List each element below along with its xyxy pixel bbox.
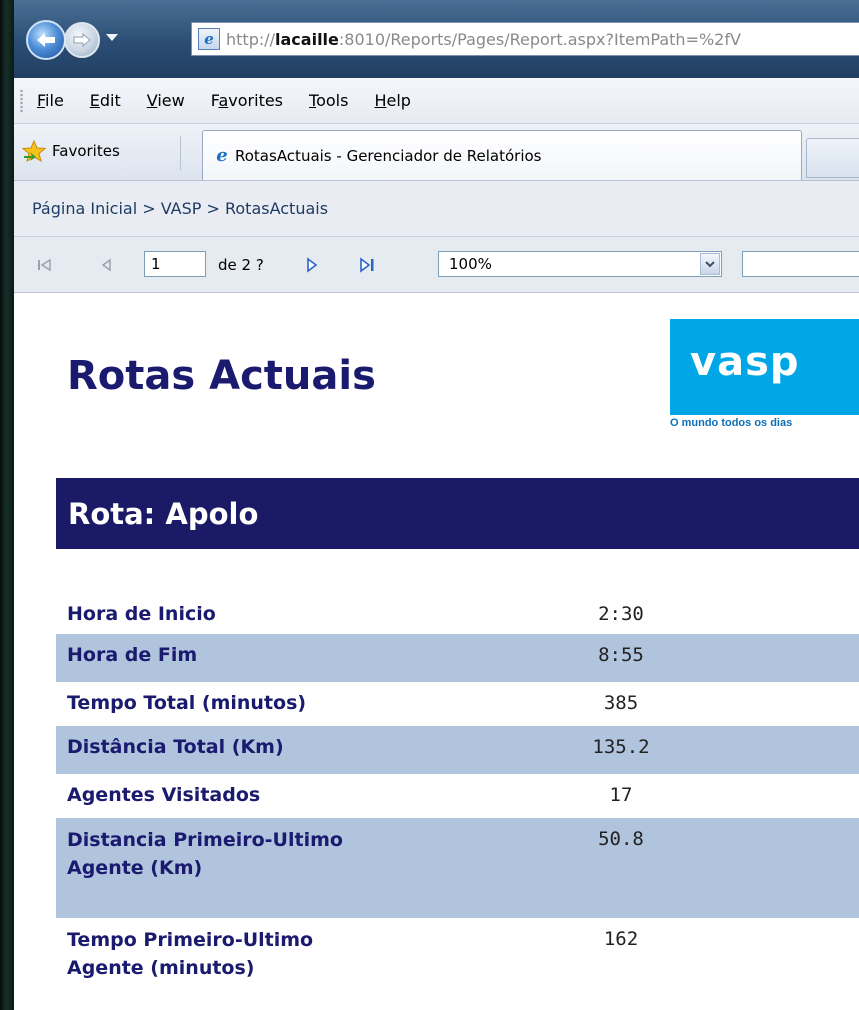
stat-value: 385 [603, 692, 639, 714]
favorites-label: Favorites [52, 142, 120, 160]
table-row: Tempo Total (minutos) 385 [56, 682, 859, 726]
route-label: Rota: Apolo [68, 496, 259, 531]
menu-tools[interactable]: Tools [309, 91, 348, 110]
breadcrumb[interactable]: Página Inicial > VASP > RotasActuais [14, 181, 859, 237]
table-row: Distancia Primeiro-Ultimo Agente (Km) 50… [56, 818, 859, 918]
menu-help[interactable]: Help [374, 91, 410, 110]
report-title: Rotas Actuais [67, 353, 376, 399]
stat-label: Tempo Primeiro-Ultimo Agente (minutos) [67, 929, 314, 979]
table-row: Hora de Inicio 2:30 [56, 593, 859, 634]
menu-file[interactable]: File [37, 91, 64, 110]
first-page-button[interactable] [36, 237, 52, 292]
menu-favorites[interactable]: Favorites [211, 91, 283, 110]
stat-value: 162 [603, 928, 639, 950]
zoom-dropdown-button[interactable] [700, 253, 720, 275]
stat-label: Distancia Primeiro-Ultimo Agente (Km) [67, 829, 343, 879]
ie-tab-icon: e [216, 144, 228, 166]
previous-page-button[interactable] [100, 237, 112, 292]
vasp-logo: vasp O mundo todos os dias [670, 319, 859, 431]
table-row: Agentes Visitados 17 [56, 774, 859, 818]
menu-bar: File Edit View Favorites Tools Help [14, 78, 859, 124]
menu-access-key: a [218, 91, 229, 110]
favorites-button[interactable]: Favorites [22, 136, 120, 166]
stat-label: Hora de Fim [67, 644, 198, 666]
page-count-label: de 2 ? [218, 255, 264, 274]
menu-access-key: F [37, 91, 46, 110]
url-input[interactable]: e http://lacaille:8010/Reports/Pages/Rep… [191, 22, 859, 56]
stat-label: Hora de Inicio [67, 603, 216, 625]
menu-access-key: T [309, 91, 317, 110]
forward-arrow-icon [73, 32, 91, 48]
favorites-separator [180, 136, 181, 170]
favorites-bar: Favorites e RotasActuais - Gerenciador d… [14, 124, 859, 181]
browser-tab-active[interactable]: e RotasActuais - Gerenciador de Relatóri… [202, 130, 802, 180]
new-tab-button[interactable] [806, 138, 859, 178]
browser-window: e http://lacaille:8010/Reports/Pages/Rep… [14, 0, 859, 1010]
url-path: :8010/Reports/Pages/Report.aspx?ItemPath… [338, 29, 741, 49]
first-page-icon [38, 258, 51, 271]
url-host: lacaille [275, 29, 339, 49]
table-row: Distância Total (Km) 135.2 [56, 726, 859, 774]
stat-label: Distância Total (Km) [67, 736, 284, 758]
forward-button[interactable] [64, 22, 100, 58]
stat-label: Agentes Visitados [67, 784, 261, 806]
menu-access-key: V [146, 91, 158, 110]
next-page-button[interactable] [306, 237, 318, 292]
menu-access-key: H [374, 91, 387, 110]
address-toolbar: e http://lacaille:8010/Reports/Pages/Rep… [14, 0, 859, 78]
page-number-input[interactable]: 1 [144, 251, 206, 277]
route-stats-table: Hora de Inicio 2:30 Hora de Fim 8:55 Tem… [56, 593, 859, 998]
breadcrumb-text[interactable]: Página Inicial > VASP > RotasActuais [32, 199, 328, 218]
report-toolbar: 1 de 2 ? 100% [14, 237, 859, 293]
tab-title: RotasActuais - Gerenciador de Relatórios [235, 146, 542, 165]
history-dropdown-icon[interactable] [106, 34, 118, 41]
stat-value: 50.8 [598, 828, 644, 850]
back-arrow-icon [37, 33, 55, 47]
stat-value: 135.2 [592, 736, 650, 758]
menu-edit[interactable]: Edit [90, 91, 121, 110]
previous-page-icon [101, 258, 111, 271]
toolbar-grip[interactable] [20, 88, 23, 113]
stat-value: 2:30 [598, 603, 644, 625]
desktop-background [0, 0, 14, 1010]
table-row: Tempo Primeiro-Ultimo Agente (minutos) 1… [56, 918, 859, 998]
stat-value: 8:55 [598, 644, 644, 666]
menu-view[interactable]: View [147, 91, 185, 110]
stat-value: 17 [609, 784, 633, 806]
last-page-button[interactable] [359, 237, 377, 292]
ie-page-icon: e [198, 28, 220, 50]
last-page-icon [360, 256, 374, 273]
zoom-value: 100% [449, 255, 492, 273]
route-header: Rota: Apolo [56, 478, 859, 549]
report-body: Rotas Actuais vasp O mundo todos os dias… [14, 293, 859, 1010]
logo-text: vasp [690, 339, 800, 385]
zoom-select[interactable]: 100% [438, 251, 722, 277]
find-text-input[interactable] [742, 251, 859, 277]
chevron-down-icon [705, 260, 715, 267]
url-prefix: http:// [226, 29, 276, 49]
back-button[interactable] [26, 20, 66, 60]
star-icon [22, 140, 46, 162]
stat-label: Tempo Total (minutos) [67, 692, 307, 714]
menu-access-key: E [89, 91, 100, 110]
logo-tagline: O mundo todos os dias [670, 417, 793, 429]
next-page-icon [307, 256, 318, 273]
table-row: Hora de Fim 8:55 [56, 634, 859, 682]
